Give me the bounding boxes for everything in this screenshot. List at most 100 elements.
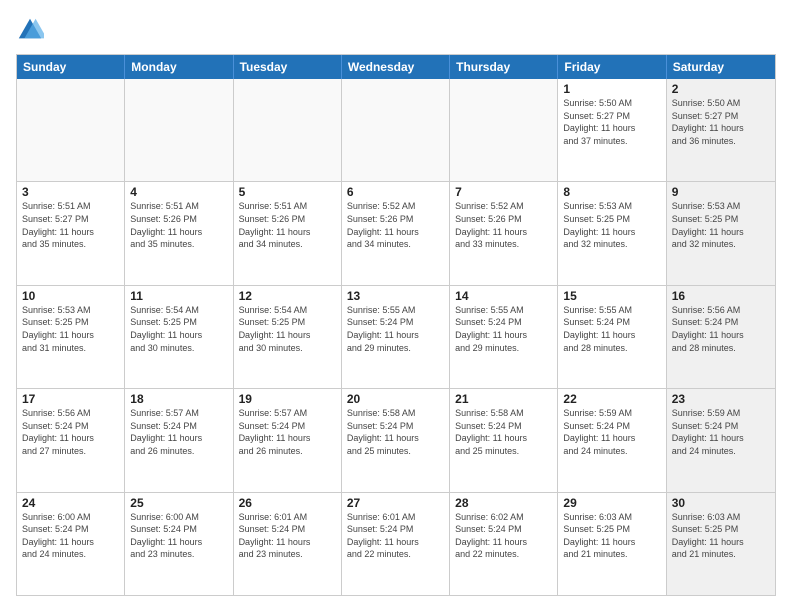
calendar-cell-6: 6Sunrise: 5:52 AM Sunset: 5:26 PM Daylig…	[342, 182, 450, 284]
day-number: 8	[563, 185, 660, 199]
day-number: 18	[130, 392, 227, 406]
calendar-cell-12: 12Sunrise: 5:54 AM Sunset: 5:25 PM Dayli…	[234, 286, 342, 388]
calendar-cell-20: 20Sunrise: 5:58 AM Sunset: 5:24 PM Dayli…	[342, 389, 450, 491]
day-number: 15	[563, 289, 660, 303]
day-info: Sunrise: 5:51 AM Sunset: 5:26 PM Dayligh…	[239, 200, 336, 250]
day-number: 19	[239, 392, 336, 406]
day-info: Sunrise: 5:56 AM Sunset: 5:24 PM Dayligh…	[22, 407, 119, 457]
calendar-cell-14: 14Sunrise: 5:55 AM Sunset: 5:24 PM Dayli…	[450, 286, 558, 388]
calendar-row-2: 10Sunrise: 5:53 AM Sunset: 5:25 PM Dayli…	[17, 286, 775, 389]
day-number: 22	[563, 392, 660, 406]
day-info: Sunrise: 6:01 AM Sunset: 5:24 PM Dayligh…	[239, 511, 336, 561]
calendar-cell-2: 2Sunrise: 5:50 AM Sunset: 5:27 PM Daylig…	[667, 79, 775, 181]
header-cell-tuesday: Tuesday	[234, 55, 342, 79]
day-number: 26	[239, 496, 336, 510]
logo-icon	[16, 16, 44, 44]
day-info: Sunrise: 5:54 AM Sunset: 5:25 PM Dayligh…	[130, 304, 227, 354]
day-info: Sunrise: 5:50 AM Sunset: 5:27 PM Dayligh…	[672, 97, 770, 147]
header	[16, 16, 776, 44]
day-number: 2	[672, 82, 770, 96]
calendar: SundayMondayTuesdayWednesdayThursdayFrid…	[16, 54, 776, 596]
calendar-cell-18: 18Sunrise: 5:57 AM Sunset: 5:24 PM Dayli…	[125, 389, 233, 491]
calendar-cell-16: 16Sunrise: 5:56 AM Sunset: 5:24 PM Dayli…	[667, 286, 775, 388]
calendar-cell-17: 17Sunrise: 5:56 AM Sunset: 5:24 PM Dayli…	[17, 389, 125, 491]
calendar-row-1: 3Sunrise: 5:51 AM Sunset: 5:27 PM Daylig…	[17, 182, 775, 285]
day-number: 13	[347, 289, 444, 303]
calendar-cell-25: 25Sunrise: 6:00 AM Sunset: 5:24 PM Dayli…	[125, 493, 233, 595]
day-info: Sunrise: 5:58 AM Sunset: 5:24 PM Dayligh…	[455, 407, 552, 457]
calendar-cell-30: 30Sunrise: 6:03 AM Sunset: 5:25 PM Dayli…	[667, 493, 775, 595]
calendar-cell-22: 22Sunrise: 5:59 AM Sunset: 5:24 PM Dayli…	[558, 389, 666, 491]
day-number: 14	[455, 289, 552, 303]
day-info: Sunrise: 5:59 AM Sunset: 5:24 PM Dayligh…	[563, 407, 660, 457]
calendar-cell-29: 29Sunrise: 6:03 AM Sunset: 5:25 PM Dayli…	[558, 493, 666, 595]
day-number: 28	[455, 496, 552, 510]
day-number: 25	[130, 496, 227, 510]
header-cell-friday: Friday	[558, 55, 666, 79]
calendar-body: 1Sunrise: 5:50 AM Sunset: 5:27 PM Daylig…	[17, 79, 775, 595]
day-number: 17	[22, 392, 119, 406]
day-number: 4	[130, 185, 227, 199]
calendar-cell-empty	[450, 79, 558, 181]
day-number: 16	[672, 289, 770, 303]
day-number: 5	[239, 185, 336, 199]
day-info: Sunrise: 6:03 AM Sunset: 5:25 PM Dayligh…	[563, 511, 660, 561]
day-info: Sunrise: 5:57 AM Sunset: 5:24 PM Dayligh…	[130, 407, 227, 457]
day-number: 24	[22, 496, 119, 510]
day-number: 3	[22, 185, 119, 199]
calendar-cell-empty	[234, 79, 342, 181]
calendar-cell-13: 13Sunrise: 5:55 AM Sunset: 5:24 PM Dayli…	[342, 286, 450, 388]
calendar-cell-empty	[342, 79, 450, 181]
logo	[16, 16, 48, 44]
calendar-cell-26: 26Sunrise: 6:01 AM Sunset: 5:24 PM Dayli…	[234, 493, 342, 595]
day-info: Sunrise: 6:03 AM Sunset: 5:25 PM Dayligh…	[672, 511, 770, 561]
day-info: Sunrise: 5:59 AM Sunset: 5:24 PM Dayligh…	[672, 407, 770, 457]
day-info: Sunrise: 5:51 AM Sunset: 5:27 PM Dayligh…	[22, 200, 119, 250]
calendar-cell-24: 24Sunrise: 6:00 AM Sunset: 5:24 PM Dayli…	[17, 493, 125, 595]
header-cell-wednesday: Wednesday	[342, 55, 450, 79]
day-info: Sunrise: 6:02 AM Sunset: 5:24 PM Dayligh…	[455, 511, 552, 561]
day-number: 7	[455, 185, 552, 199]
day-number: 29	[563, 496, 660, 510]
day-info: Sunrise: 5:50 AM Sunset: 5:27 PM Dayligh…	[563, 97, 660, 147]
calendar-cell-10: 10Sunrise: 5:53 AM Sunset: 5:25 PM Dayli…	[17, 286, 125, 388]
calendar-cell-15: 15Sunrise: 5:55 AM Sunset: 5:24 PM Dayli…	[558, 286, 666, 388]
day-info: Sunrise: 5:53 AM Sunset: 5:25 PM Dayligh…	[563, 200, 660, 250]
day-info: Sunrise: 5:55 AM Sunset: 5:24 PM Dayligh…	[563, 304, 660, 354]
day-info: Sunrise: 6:00 AM Sunset: 5:24 PM Dayligh…	[22, 511, 119, 561]
calendar-cell-empty	[17, 79, 125, 181]
day-number: 27	[347, 496, 444, 510]
calendar-cell-19: 19Sunrise: 5:57 AM Sunset: 5:24 PM Dayli…	[234, 389, 342, 491]
header-cell-sunday: Sunday	[17, 55, 125, 79]
day-info: Sunrise: 5:51 AM Sunset: 5:26 PM Dayligh…	[130, 200, 227, 250]
calendar-cell-3: 3Sunrise: 5:51 AM Sunset: 5:27 PM Daylig…	[17, 182, 125, 284]
day-info: Sunrise: 5:57 AM Sunset: 5:24 PM Dayligh…	[239, 407, 336, 457]
calendar-cell-23: 23Sunrise: 5:59 AM Sunset: 5:24 PM Dayli…	[667, 389, 775, 491]
day-info: Sunrise: 5:58 AM Sunset: 5:24 PM Dayligh…	[347, 407, 444, 457]
day-number: 12	[239, 289, 336, 303]
day-number: 20	[347, 392, 444, 406]
calendar-cell-5: 5Sunrise: 5:51 AM Sunset: 5:26 PM Daylig…	[234, 182, 342, 284]
day-number: 21	[455, 392, 552, 406]
day-number: 10	[22, 289, 119, 303]
day-info: Sunrise: 5:56 AM Sunset: 5:24 PM Dayligh…	[672, 304, 770, 354]
day-number: 1	[563, 82, 660, 96]
calendar-cell-8: 8Sunrise: 5:53 AM Sunset: 5:25 PM Daylig…	[558, 182, 666, 284]
day-number: 30	[672, 496, 770, 510]
day-info: Sunrise: 5:54 AM Sunset: 5:25 PM Dayligh…	[239, 304, 336, 354]
day-info: Sunrise: 6:00 AM Sunset: 5:24 PM Dayligh…	[130, 511, 227, 561]
calendar-row-3: 17Sunrise: 5:56 AM Sunset: 5:24 PM Dayli…	[17, 389, 775, 492]
calendar-cell-1: 1Sunrise: 5:50 AM Sunset: 5:27 PM Daylig…	[558, 79, 666, 181]
day-info: Sunrise: 5:53 AM Sunset: 5:25 PM Dayligh…	[22, 304, 119, 354]
calendar-cell-21: 21Sunrise: 5:58 AM Sunset: 5:24 PM Dayli…	[450, 389, 558, 491]
day-number: 6	[347, 185, 444, 199]
day-info: Sunrise: 5:53 AM Sunset: 5:25 PM Dayligh…	[672, 200, 770, 250]
header-cell-saturday: Saturday	[667, 55, 775, 79]
day-info: Sunrise: 5:55 AM Sunset: 5:24 PM Dayligh…	[455, 304, 552, 354]
header-cell-thursday: Thursday	[450, 55, 558, 79]
calendar-cell-28: 28Sunrise: 6:02 AM Sunset: 5:24 PM Dayli…	[450, 493, 558, 595]
day-info: Sunrise: 6:01 AM Sunset: 5:24 PM Dayligh…	[347, 511, 444, 561]
calendar-row-0: 1Sunrise: 5:50 AM Sunset: 5:27 PM Daylig…	[17, 79, 775, 182]
calendar-header: SundayMondayTuesdayWednesdayThursdayFrid…	[17, 55, 775, 79]
day-number: 9	[672, 185, 770, 199]
